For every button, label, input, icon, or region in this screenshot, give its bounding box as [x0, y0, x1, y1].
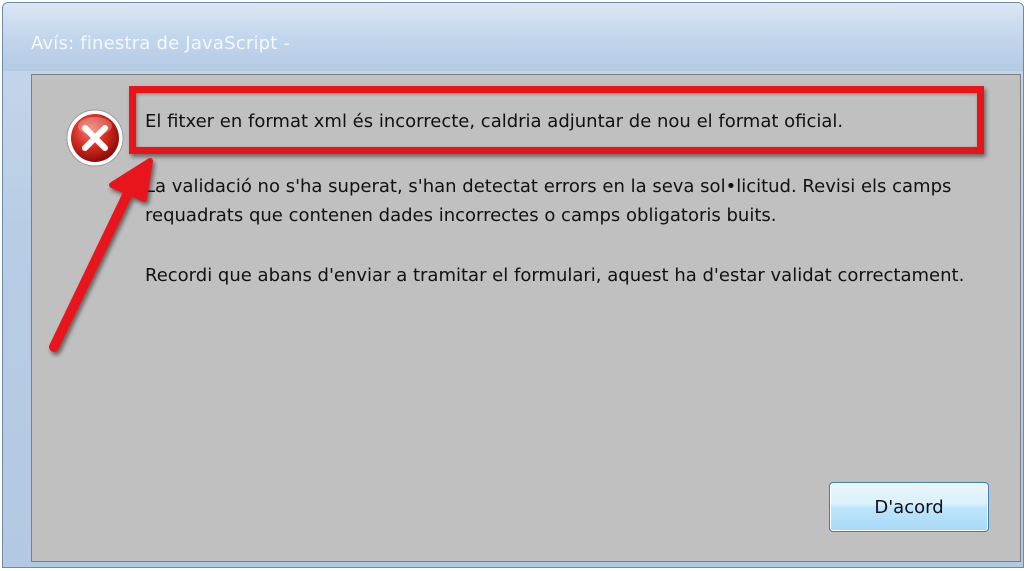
validation-message: La validació no s'ha superat, s'han dete… — [145, 176, 952, 226]
dialog-window: Avís: finestra de JavaScript - El fitxer… — [2, 2, 1024, 568]
error-icon — [66, 109, 124, 167]
window-title: Avís: finestra de JavaScript - — [31, 33, 291, 54]
reminder-message: Recordi que abans d'enviar a tramitar el… — [145, 265, 965, 286]
title-bar[interactable]: Avís: finestra de JavaScript - — [3, 3, 1023, 71]
annotation-highlight-box — [129, 86, 984, 154]
ok-button[interactable]: D'acord — [829, 482, 989, 532]
dialog-body: El fitxer en format xml és incorrecte, c… — [31, 74, 1021, 562]
